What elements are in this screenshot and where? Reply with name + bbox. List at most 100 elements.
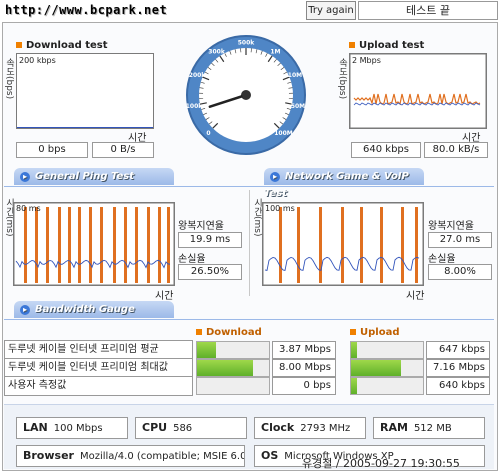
bw-download-value: 0 bps — [272, 377, 336, 395]
loss-spike — [124, 207, 127, 283]
site-url: http://www.bcpark.net — [5, 3, 168, 17]
bw-download-value: 8.00 Mbps — [272, 359, 336, 377]
download-Bps: 0 B/s — [92, 142, 154, 158]
bullet-icon — [196, 329, 202, 335]
os-label: OS — [261, 449, 279, 462]
test-status: 테스트 끝 — [358, 1, 498, 20]
gauge-tick-label: 10M — [288, 72, 302, 79]
tab-network-game[interactable]: ▸ Network Game & VoIP Test — [264, 168, 424, 199]
gauge-tick-label: 300k — [208, 48, 226, 55]
tab-general-ping[interactable]: ▸ General Ping Test — [14, 168, 174, 185]
game-loss-value: 8.00% — [428, 264, 492, 280]
ping-loss-value: 26.50% — [178, 264, 242, 280]
gauge-tick — [283, 71, 288, 75]
ram-label: RAM — [380, 421, 408, 434]
loss-spike — [113, 207, 116, 283]
browser-value: Mozilla/4.0 (compatible; MSIE 6.0 — [79, 451, 245, 462]
bw-download-fill — [197, 342, 216, 358]
gauge-tick — [279, 121, 284, 125]
gauge-tick — [215, 59, 219, 63]
gauge-tick — [208, 121, 213, 125]
gauge-tick — [211, 62, 215, 67]
gauge-tick — [260, 50, 263, 55]
gauge-tick — [203, 112, 208, 115]
loss-spike — [380, 207, 383, 283]
ping-loss-label: 손실율 — [178, 254, 206, 265]
gauge-hub — [242, 91, 250, 99]
loss-spike — [279, 207, 282, 283]
ping-graph — [13, 202, 175, 286]
divider — [4, 319, 494, 320]
loss-spike — [401, 207, 404, 283]
cpu-value: 586 — [173, 423, 193, 434]
bw-upload-value: 640 kbps — [426, 377, 490, 395]
ping-rtt-value: 19.9 ms — [178, 232, 242, 248]
gauge-tick — [287, 81, 292, 84]
download-line — [17, 127, 153, 128]
gauge-tick — [273, 59, 277, 63]
gauge-tick — [224, 52, 227, 57]
gauge-tick — [282, 117, 287, 120]
loss-spike — [135, 207, 138, 283]
game-loss-label: 손실율 — [428, 254, 456, 265]
loss-spike — [297, 207, 300, 283]
arrow-icon: ▸ — [270, 172, 280, 182]
loss-spike — [46, 207, 49, 283]
bw-row-label: 두루넷 케이블 인터넷 프리미엄 최대값 — [4, 358, 193, 378]
loss-spike — [68, 207, 71, 283]
upload-bps: 640 kbps — [351, 142, 421, 158]
bw-download-bar — [196, 341, 270, 359]
divider — [4, 186, 494, 187]
upload-ylabel: 속도(bps) — [337, 58, 347, 100]
gauge-tick-label: 100M — [274, 130, 293, 137]
gauge-tick — [284, 112, 289, 115]
ping-rtt-label: 왕복지연율 — [178, 221, 224, 232]
loss-spike — [341, 207, 344, 283]
game-graph — [262, 202, 424, 286]
gauge-tick-label: 0 — [206, 130, 210, 137]
game-rtt-value: 27.0 ms — [428, 232, 492, 248]
gauge-tick — [219, 55, 225, 63]
loss-spike — [158, 207, 161, 283]
game-xlabel: 시간 — [406, 291, 425, 302]
game-scale: 100 ms — [265, 204, 295, 213]
bw-download-header-text: Download — [206, 327, 262, 338]
bw-download-bar — [196, 377, 270, 395]
gauge-tick — [273, 122, 280, 129]
loss-spike — [78, 207, 81, 283]
gauge-tick-label: 200k — [189, 72, 207, 79]
loss-spike — [58, 207, 61, 283]
browser-label: Browser — [23, 449, 74, 462]
cpu-label: CPU — [142, 421, 168, 434]
loss-spike — [360, 207, 363, 283]
bw-upload-value: 647 kbps — [426, 341, 490, 359]
bw-upload-header: Upload — [350, 327, 399, 338]
lan-label: LAN — [23, 421, 48, 434]
gauge-tick — [288, 87, 293, 89]
bw-upload-bar — [350, 359, 424, 377]
loss-spike — [24, 207, 27, 283]
gauge-tick — [207, 67, 212, 70]
try-again-button[interactable]: Try again — [306, 1, 356, 20]
upload-scale: 2 Mbps — [352, 56, 381, 65]
gauge-tick — [265, 52, 268, 57]
gauge-tick — [204, 71, 209, 75]
gauge-tick — [205, 117, 210, 120]
download-scale: 200 kbps — [19, 56, 56, 65]
upload-title-text: Upload test — [359, 40, 425, 51]
download-graph: 200 kbps — [16, 53, 154, 129]
ping-scale: 80 ms — [16, 204, 41, 213]
lan-info: LAN 100 Mbps — [16, 417, 128, 439]
loss-spike — [147, 207, 150, 283]
bw-download-fill — [197, 360, 254, 376]
bw-upload-fill — [351, 360, 402, 376]
gauge-tick — [199, 87, 204, 89]
clock-value: 2793 MHz — [300, 423, 351, 434]
loss-spike — [35, 207, 38, 283]
tab-bandwidth-gauge[interactable]: ▸ Bandwidth Gauge — [14, 301, 174, 318]
cpu-info: CPU 586 — [135, 417, 247, 439]
bw-upload-fill — [351, 378, 358, 394]
bullet-icon — [16, 42, 22, 48]
gauge-tick-label: 100k — [186, 103, 204, 110]
bw-download-bar — [196, 359, 270, 377]
